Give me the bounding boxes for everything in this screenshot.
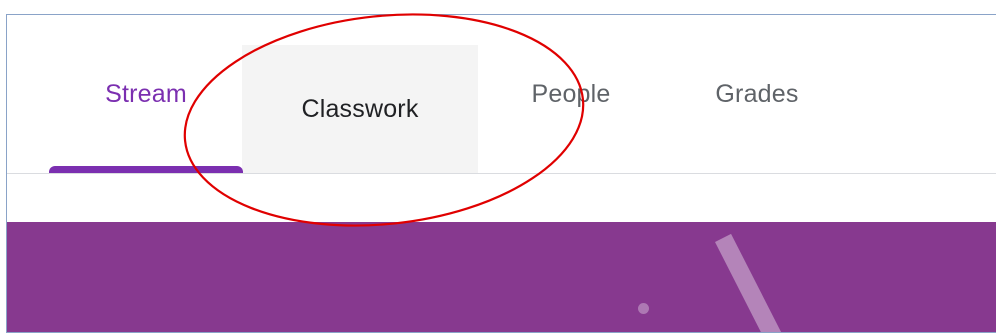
active-tab-indicator: [49, 166, 243, 173]
tab-grades[interactable]: Grades: [677, 15, 837, 173]
tab-stream[interactable]: Stream: [49, 15, 243, 173]
banner-stripe-decoration: [715, 233, 786, 332]
tab-people[interactable]: People: [496, 15, 646, 173]
tab-bar: Stream Classwork People Grades: [7, 15, 996, 174]
class-banner: [7, 222, 996, 332]
classroom-window: Stream Classwork People Grades: [6, 14, 996, 333]
tab-classwork[interactable]: Classwork: [242, 45, 478, 173]
banner-dot-decoration: [638, 303, 649, 314]
